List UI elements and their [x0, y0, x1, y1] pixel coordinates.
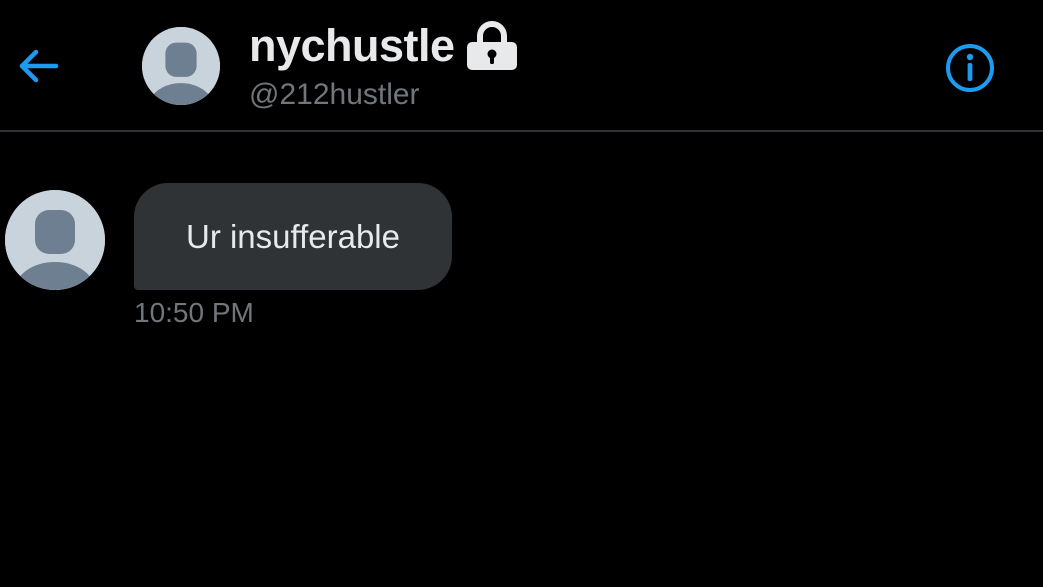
dm-conversation-screen: nychustle @212hustler Ur insufferable 10…: [0, 0, 1043, 587]
default-avatar-icon: [5, 190, 105, 290]
message-timestamp: 10:50 PM: [134, 297, 254, 328]
default-avatar-icon: [142, 27, 220, 105]
back-button[interactable]: [14, 44, 62, 88]
header-avatar[interactable]: [142, 27, 220, 105]
info-icon: [946, 44, 994, 92]
message-sender-avatar[interactable]: [5, 190, 105, 290]
conversation-info-button[interactable]: [944, 42, 996, 94]
profile-name-row[interactable]: nychustle: [249, 18, 519, 74]
message-bubble[interactable]: Ur insufferable: [134, 183, 452, 290]
arrow-left-icon: [19, 49, 59, 83]
conversation-header: nychustle @212hustler: [0, 0, 1043, 132]
message-text: Ur insufferable: [185, 217, 400, 255]
lock-icon: [465, 18, 519, 74]
display-name: nychustle: [249, 20, 455, 71]
user-handle: @212hustler: [249, 78, 420, 111]
